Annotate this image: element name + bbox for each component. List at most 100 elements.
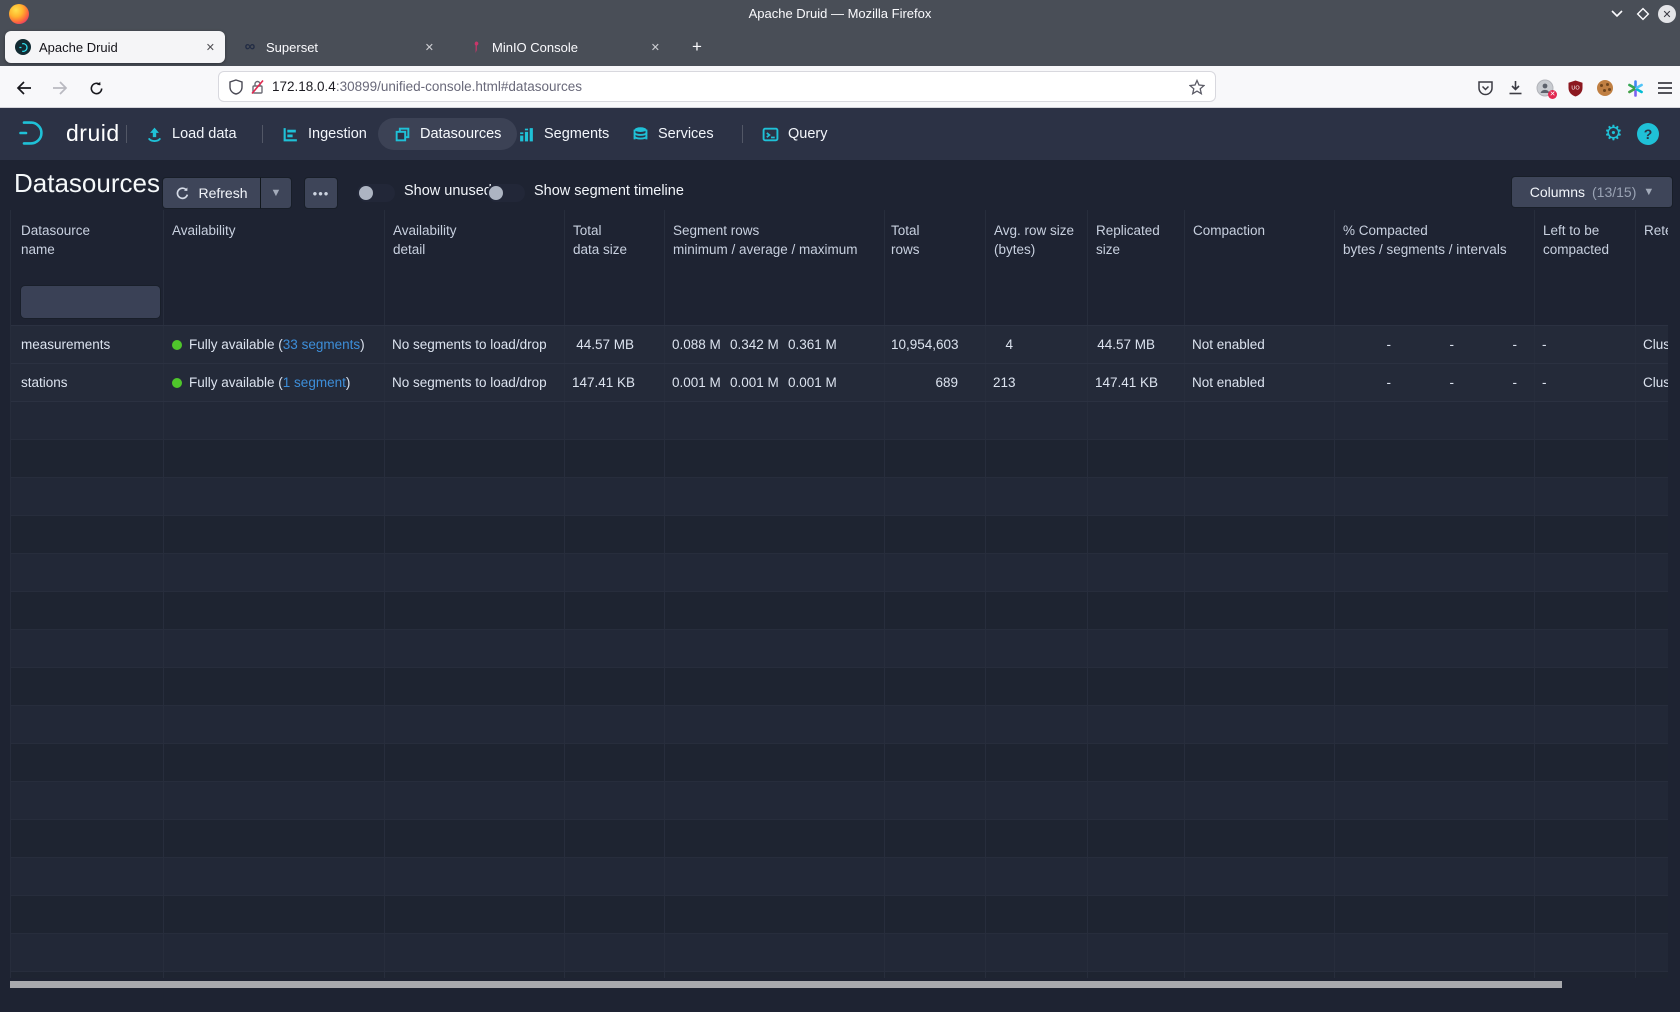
empty-cell (885, 554, 986, 591)
tab-apache-druid[interactable]: Apache Druid ✕ (5, 31, 225, 63)
empty-cell (1088, 896, 1185, 933)
account-extension-icon[interactable]: ✕ (1530, 74, 1560, 102)
query-icon (762, 126, 779, 143)
cell-retention: Clus (1636, 364, 1668, 401)
more-actions-button[interactable]: ••• (305, 178, 337, 208)
column-header-totalSize[interactable]: Totaldata size (565, 210, 665, 278)
column-header-availability[interactable]: Availability (164, 210, 385, 278)
empty-cell (565, 554, 665, 591)
druid-logo[interactable]: druid (18, 119, 120, 147)
segments-link[interactable]: 33 segments (283, 337, 360, 352)
column-header-compaction[interactable]: Compaction (1185, 210, 1335, 278)
new-tab-button[interactable]: + (686, 36, 708, 58)
table-row-measurements[interactable]: measurementsFully available (33 segments… (11, 326, 1668, 364)
nav-query[interactable]: Query (762, 108, 828, 160)
empty-cell (1335, 934, 1535, 971)
empty-cell (1535, 592, 1636, 629)
forward-button[interactable] (46, 74, 74, 102)
segments-icon (518, 126, 535, 143)
empty-cell (665, 972, 885, 978)
empty-cell (1088, 592, 1185, 629)
column-header-pctCompacted[interactable]: % Compactedbytes / segments / intervals (1335, 210, 1535, 278)
druid-logo-icon (18, 119, 58, 147)
show-unused-label: Show unused (404, 183, 492, 199)
show-unused-toggle[interactable] (357, 184, 395, 202)
empty-cell (1535, 478, 1636, 515)
tab-close-icon[interactable]: ✕ (192, 41, 215, 54)
empty-cell (1088, 668, 1185, 705)
empty-cell (1636, 706, 1668, 743)
column-header-totalRows[interactable]: Totalrows (885, 210, 986, 278)
empty-cell (11, 744, 164, 781)
empty-cell (1088, 440, 1185, 477)
settings-gear-icon[interactable]: ⚙ (1604, 121, 1623, 147)
insecure-lock-icon[interactable] (251, 79, 264, 95)
tab-minio-console[interactable]: MinIO Console ✕ (458, 31, 670, 63)
table-row-stations[interactable]: stationsFully available (1 segment)No se… (11, 364, 1668, 402)
reload-button[interactable] (82, 74, 110, 102)
empty-cell (1636, 934, 1668, 971)
tab-superset[interactable]: ∞ Superset ✕ (232, 31, 444, 63)
cell-name: measurements (11, 326, 164, 363)
horizontal-scrollbar[interactable] (10, 981, 1562, 988)
empty-cell (885, 668, 986, 705)
empty-cell (1335, 706, 1535, 743)
column-header-replicatedSize[interactable]: Replicatedsize (1088, 210, 1185, 278)
columns-button[interactable]: Columns (13/15) ▼ (1512, 177, 1672, 207)
cell-pctCompacted: --- (1335, 326, 1535, 363)
datasource-name-filter-input[interactable] (21, 286, 160, 318)
window-minimize-button[interactable] (1606, 3, 1628, 25)
empty-cell (986, 706, 1088, 743)
nav-ingestion[interactable]: Ingestion (282, 108, 367, 160)
empty-cell (1636, 668, 1668, 705)
refresh-button[interactable]: Refresh (163, 178, 260, 208)
close-icon: ✕ (1658, 5, 1676, 23)
column-header-segmentRows[interactable]: Segment rowsminimum / average / maximum (665, 210, 885, 278)
extension-asterisk-icon[interactable] (1620, 74, 1650, 102)
empty-row (11, 668, 1668, 706)
menu-hamburger-icon[interactable] (1650, 74, 1680, 102)
downloads-icon[interactable] (1500, 74, 1530, 102)
cell-avgRowSize: 213 (986, 364, 1088, 401)
column-header-retention[interactable]: Rete (1636, 210, 1668, 278)
pocket-icon[interactable] (1470, 74, 1500, 102)
show-segment-timeline-toggle[interactable] (487, 184, 525, 202)
chevron-down-icon: ▼ (1643, 186, 1654, 198)
window-maximize-button[interactable] (1632, 3, 1654, 25)
empty-cell (1088, 478, 1185, 515)
empty-row (11, 782, 1668, 820)
empty-cell (986, 858, 1088, 895)
column-header-name[interactable]: Datasourcename (11, 210, 164, 278)
tab-close-icon[interactable]: ✕ (411, 41, 434, 54)
tab-close-icon[interactable]: ✕ (637, 41, 660, 54)
bookmark-star-icon[interactable] (1189, 79, 1205, 95)
column-header-detail[interactable]: Availabilitydetail (385, 210, 565, 278)
empty-cell (1636, 972, 1668, 978)
empty-cell (164, 668, 385, 705)
empty-cell (11, 782, 164, 819)
empty-cell (565, 516, 665, 553)
empty-cell (385, 858, 565, 895)
empty-cell (1335, 592, 1535, 629)
empty-cell (565, 440, 665, 477)
nav-datasources[interactable]: Datasources (378, 118, 517, 150)
nav-load-data[interactable]: Load data (146, 108, 237, 160)
back-button[interactable] (10, 74, 38, 102)
cookie-icon[interactable] (1590, 74, 1620, 102)
segments-link[interactable]: 1 segment (283, 375, 346, 390)
empty-cell (1335, 554, 1535, 591)
column-header-leftToCompact[interactable]: Left to becompacted (1535, 210, 1636, 278)
help-icon[interactable]: ? (1637, 123, 1659, 145)
empty-cell (385, 554, 565, 591)
url-bar[interactable]: 172.18.0.4:30899/unified-console.html#da… (218, 71, 1216, 102)
window-close-button[interactable]: ✕ (1656, 3, 1678, 25)
empty-cell (885, 896, 986, 933)
tracking-shield-icon[interactable] (229, 79, 243, 95)
column-header-avgRowSize[interactable]: Avg. row size(bytes) (986, 210, 1088, 278)
empty-cell (885, 820, 986, 857)
refresh-dropdown-button[interactable]: ▼ (261, 178, 291, 208)
nav-services[interactable]: Services (632, 108, 714, 160)
nav-segments[interactable]: Segments (518, 108, 609, 160)
empty-row (11, 440, 1668, 478)
ublock-icon[interactable]: UO (1560, 74, 1590, 102)
